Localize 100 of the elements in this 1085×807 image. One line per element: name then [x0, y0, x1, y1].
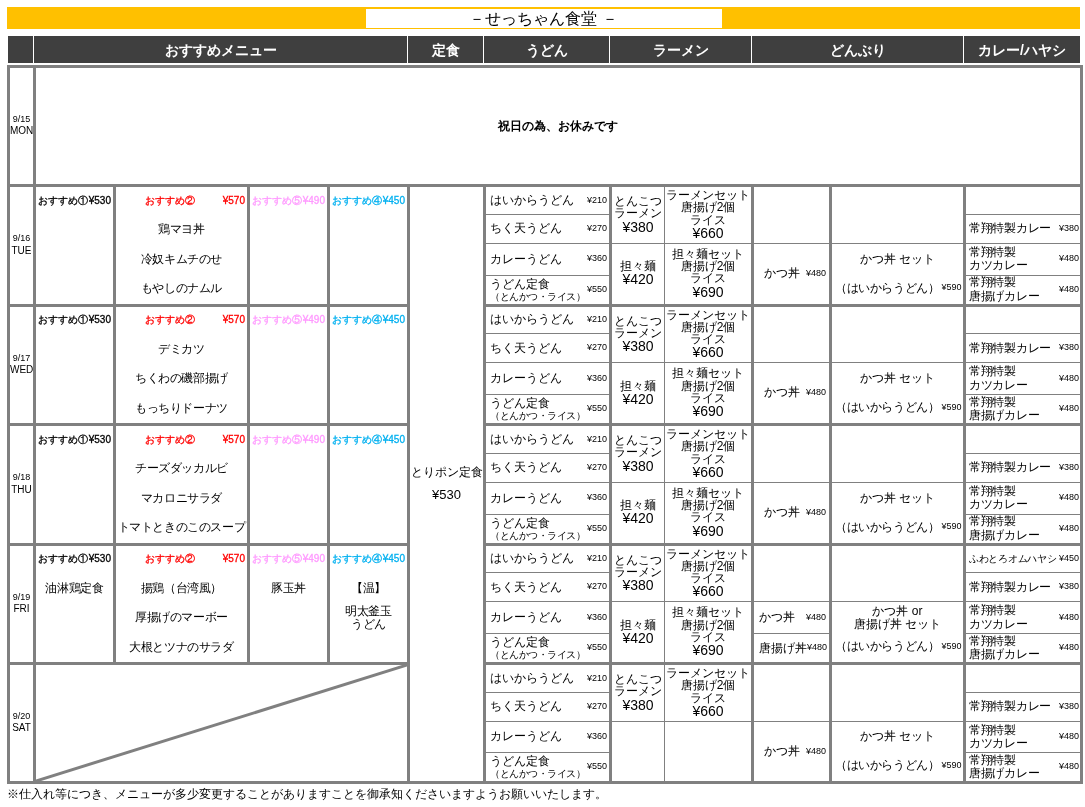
menu-item-name: カレーうどん: [490, 491, 562, 505]
menu-item-name: 担々麺セット: [671, 606, 745, 619]
weekday-label: THU: [10, 484, 33, 496]
menu-item-price: ¥210: [586, 195, 607, 206]
special-price: ¥490: [302, 554, 325, 565]
menu-item-price: ¥480: [1059, 493, 1080, 503]
menu-item-price: ¥270: [586, 701, 607, 712]
menu-item-price: ¥270: [586, 582, 607, 592]
menu-item-price: ¥480: [1059, 732, 1080, 742]
special-label: おすすめ①: [38, 195, 89, 207]
closed-notice: 祝日の為、お休みです: [498, 118, 619, 133]
menu-item-price: ¥660: [692, 345, 725, 360]
menu-item-name: かつ丼 セット: [859, 730, 936, 744]
special-dish: 油淋鶏定食: [45, 581, 104, 595]
menu-item-price: ¥380: [622, 219, 655, 235]
menu-item-note: （はいからうどん）: [835, 759, 940, 773]
menu-item-name: 唐揚げカレー: [969, 409, 1040, 423]
special-dish: デミカツ: [158, 342, 205, 356]
date-label: 9/17: [11, 353, 32, 364]
menu-item-name: とんこつ: [613, 553, 663, 566]
date-label: 9/18: [11, 473, 32, 483]
menu-item-name: ちく天うどん: [490, 461, 562, 475]
special-label: おすすめ②: [144, 434, 197, 446]
menu-item-price: ¥590: [941, 402, 962, 413]
special-label: おすすめ⑤: [252, 315, 303, 326]
menu-item-name: 常翔特製カレー: [969, 341, 1051, 355]
column-header: うどん: [483, 36, 610, 63]
menu-item-name: ちく天うどん: [490, 700, 562, 714]
menu-item-price: ¥660: [692, 584, 725, 599]
menu-item-price: ¥480: [1059, 284, 1080, 295]
menu-item-name: とんこつ: [613, 673, 663, 686]
menu-item-note: （とんかつ・ライス）: [490, 649, 585, 661]
menu-item-price: ¥210: [586, 673, 607, 684]
special-dish: 豚玉丼: [271, 581, 306, 595]
weekday-label: FRI: [12, 604, 31, 615]
menu-item-name: ラーメン: [613, 685, 663, 698]
menu-item-name: 担々麺: [619, 499, 657, 512]
column-header: ラーメン: [609, 36, 752, 63]
special-dish: チーズダッカルビ: [135, 462, 228, 476]
special-dish: 冷奴キムチのせ: [140, 252, 223, 266]
special-dish: ちくわの磯部揚げ: [135, 372, 228, 386]
menu-item-name: はいからうどん: [490, 552, 574, 566]
menu-item-price: ¥690: [692, 523, 725, 539]
menu-item-name: 唐揚げカレー: [969, 289, 1040, 303]
menu-item-price: ¥480: [805, 612, 826, 623]
menu-item-price: ¥550: [587, 523, 608, 534]
special-price: ¥530: [88, 434, 111, 446]
special-dish: 大根とツナのサラダ: [129, 640, 234, 654]
special-price: ¥490: [302, 434, 325, 446]
menu-item-price: ¥450: [1059, 554, 1080, 564]
menu-item-price: ¥690: [692, 284, 725, 300]
menu-item-price: ¥480: [1059, 404, 1080, 414]
menu-item-name: かつ丼: [763, 266, 802, 281]
menu-item-name: 唐揚げ2個: [679, 559, 737, 572]
menu-item-price: ¥480: [805, 268, 826, 279]
menu-item-note: （とんかつ・ライス）: [490, 768, 585, 780]
menu-item-name: 唐揚げ2個: [680, 260, 736, 273]
menu-item-price: ¥660: [692, 464, 724, 480]
weekday-label: MON: [10, 126, 33, 137]
special-dish: 明太釜玉: [345, 604, 392, 618]
column-header: 定食: [407, 36, 484, 63]
menu-item-price: ¥550: [587, 762, 608, 772]
menu-item-name: 担々麺セット: [671, 367, 745, 380]
menu-item-price: ¥480: [1059, 612, 1080, 623]
menu-item-name: 唐揚げカレー: [969, 528, 1040, 542]
special-label: おすすめ②: [144, 315, 197, 326]
date-label: 9/19: [11, 592, 32, 603]
menu-item-price: ¥380: [622, 697, 655, 713]
menu-item-name: 常翔特製カレー: [969, 700, 1051, 714]
menu-item-price: ¥420: [622, 630, 654, 646]
menu-item-name: カツカレー: [969, 378, 1028, 392]
menu-item-name: うどん定食: [490, 636, 551, 650]
menu-item-name: ラーメンセット: [665, 189, 751, 202]
special-price: ¥490: [302, 315, 325, 326]
menu-item-name: ラーメン: [613, 207, 663, 220]
menu-item-name: ライス: [690, 333, 726, 346]
special-label: おすすめ②: [144, 554, 197, 565]
menu-item-price: ¥690: [692, 643, 725, 658]
menu-item-price: ¥480: [805, 746, 826, 756]
column-header: カレー/ハヤシ: [963, 36, 1081, 63]
weekday-label: SAT: [11, 723, 32, 734]
special-price: ¥570: [222, 434, 245, 446]
menu-item-price: ¥270: [586, 462, 607, 473]
special-dish: もっちりドーナツ: [135, 401, 228, 415]
special-label: おすすめ⑤: [252, 195, 303, 207]
menu-item-price: ¥660: [692, 703, 724, 719]
menu-item-name: 唐揚げ2個: [679, 320, 737, 333]
menu-item-note: （とんかつ・ライス）: [490, 410, 585, 422]
header-corner: [7, 36, 34, 63]
menu-item-name: ちく天うどん: [490, 580, 562, 594]
menu-item-name: うどん定食: [490, 397, 551, 411]
menu-item-name: はいからうどん: [490, 313, 574, 327]
menu-item-price: ¥210: [586, 315, 607, 325]
menu-item-price: ¥590: [941, 283, 962, 293]
special-label: おすすめ④: [332, 195, 383, 207]
menu-item-price: ¥380: [1059, 701, 1080, 712]
menu-item-name: 常翔特製カレー: [969, 580, 1051, 594]
menu-item-price: ¥420: [622, 272, 654, 287]
date-label: 9/20: [11, 712, 32, 722]
special-label: おすすめ②: [144, 195, 197, 207]
